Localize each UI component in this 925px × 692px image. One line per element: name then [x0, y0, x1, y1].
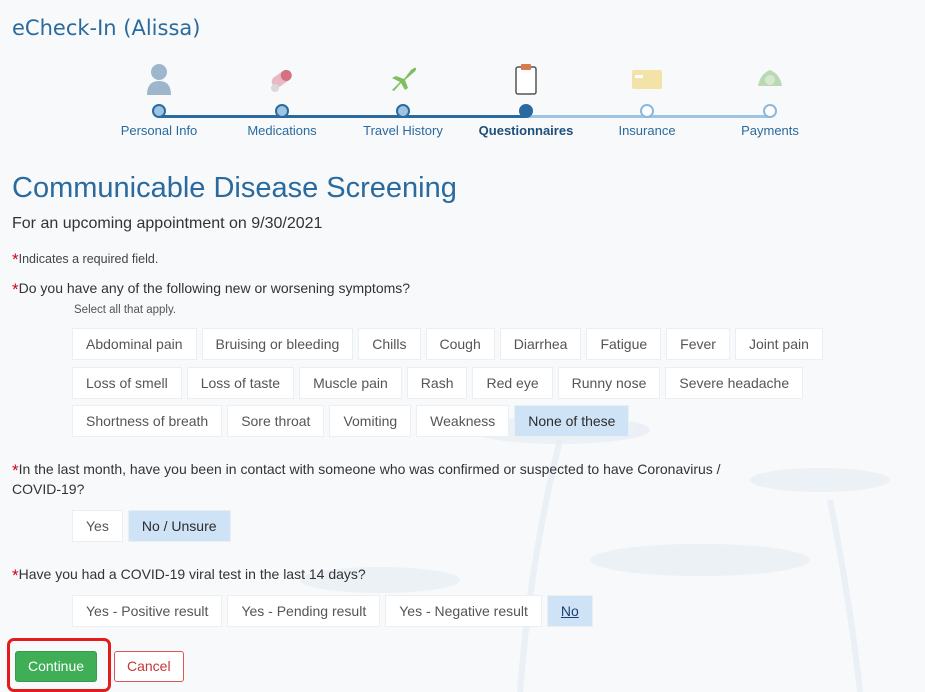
step-dot: [519, 104, 533, 118]
step-insurance[interactable]: Insurance: [587, 54, 707, 138]
symptom-option[interactable]: Runny nose: [557, 367, 661, 399]
symptom-option[interactable]: Fatigue: [586, 328, 662, 360]
step-label: Medications: [247, 123, 317, 138]
contact-option-no-unsure-selected[interactable]: No / Unsure: [127, 510, 231, 542]
test-option-positive[interactable]: Yes - Positive result: [72, 595, 223, 627]
clipboard-icon: [466, 54, 586, 104]
symptom-option[interactable]: Loss of smell: [72, 367, 182, 399]
step-dot: [275, 104, 289, 118]
test-option-no-selected[interactable]: No: [546, 595, 593, 627]
step-questionnaires[interactable]: Questionnaires: [466, 54, 586, 138]
step-label: Payments: [741, 123, 799, 138]
step-dot: [396, 104, 410, 118]
step-label: Questionnaires: [478, 123, 574, 138]
symptom-row-1: Abdominal pain Bruising or bleeding Chil…: [72, 328, 823, 360]
required-star: *: [12, 280, 19, 299]
required-star: *: [12, 566, 19, 585]
step-medications[interactable]: Medications: [222, 54, 342, 138]
step-dot: [640, 104, 654, 118]
contact-option-yes[interactable]: Yes: [72, 510, 123, 542]
card-icon: [587, 54, 707, 104]
symptom-option[interactable]: Muscle pain: [299, 367, 402, 399]
required-star: *: [12, 250, 19, 269]
symptom-option[interactable]: Joint pain: [734, 328, 823, 360]
contact-question-text-line1: In the last month, have you been in cont…: [18, 461, 721, 477]
test-question: *Have you had a COVID-19 viral test in t…: [12, 566, 366, 586]
select-all-hint: Select all that apply.: [74, 304, 177, 316]
required-star: *: [12, 461, 19, 480]
symptom-option[interactable]: Red eye: [472, 367, 553, 399]
continue-button[interactable]: Continue: [15, 651, 98, 682]
step-payments[interactable]: Payments: [710, 54, 830, 138]
contact-options: Yes No / Unsure: [72, 510, 231, 542]
symptom-option[interactable]: Cough: [425, 328, 495, 360]
step-label: Insurance: [618, 123, 676, 138]
step-dot: [763, 104, 777, 118]
step-label: Travel History: [363, 123, 443, 138]
symptoms-question: *Do you have any of the following new or…: [12, 280, 410, 300]
symptom-option-none-selected[interactable]: None of these: [514, 405, 630, 437]
symptom-option[interactable]: Shortness of breath: [72, 405, 223, 437]
test-question-text: Have you had a COVID-19 viral test in th…: [18, 566, 366, 582]
contact-question-text-line2: COVID-19?: [12, 481, 85, 497]
symptom-option[interactable]: Fever: [666, 328, 730, 360]
appointment-subtitle: For an upcoming appointment on 9/30/2021: [12, 215, 323, 232]
step-dot: [152, 104, 166, 118]
symptom-option[interactable]: Bruising or bleeding: [201, 328, 354, 360]
progress-stepper: Personal Info Medications Travel History…: [110, 54, 820, 154]
airplane-icon: [343, 54, 463, 104]
symptom-option[interactable]: Loss of taste: [186, 367, 295, 399]
symptom-option[interactable]: Severe headache: [665, 367, 804, 399]
person-icon: [99, 54, 219, 104]
test-option-pending[interactable]: Yes - Pending result: [227, 595, 381, 627]
symptom-option[interactable]: Diarrhea: [499, 328, 582, 360]
symptom-option[interactable]: Abdominal pain: [72, 328, 197, 360]
money-icon: [710, 54, 830, 104]
pills-icon: [222, 54, 342, 104]
step-travel-history[interactable]: Travel History: [343, 54, 463, 138]
symptom-option[interactable]: Sore throat: [227, 405, 325, 437]
test-options: Yes - Positive result Yes - Pending resu…: [72, 595, 593, 627]
symptom-option[interactable]: Chills: [358, 328, 421, 360]
symptom-option[interactable]: Weakness: [416, 405, 510, 437]
contact-question: *In the last month, have you been in con…: [12, 460, 912, 499]
symptoms-question-text: Do you have any of the following new or …: [18, 280, 411, 296]
step-label: Personal Info: [120, 123, 198, 138]
required-note-text: Indicates a required field.: [18, 252, 159, 266]
step-personal-info[interactable]: Personal Info: [99, 54, 219, 138]
cancel-button[interactable]: Cancel: [114, 651, 184, 682]
symptom-option[interactable]: Vomiting: [329, 405, 412, 437]
required-field-note: *Indicates a required field.: [12, 250, 158, 270]
symptom-row-2: Loss of smell Loss of taste Muscle pain …: [72, 367, 804, 399]
app-title: eCheck-In (Alissa): [12, 16, 201, 40]
symptom-row-3: Shortness of breath Sore throat Vomiting…: [72, 405, 630, 437]
page-title: Communicable Disease Screening: [12, 172, 457, 204]
test-option-negative[interactable]: Yes - Negative result: [385, 595, 542, 627]
symptom-option[interactable]: Rash: [406, 367, 468, 399]
